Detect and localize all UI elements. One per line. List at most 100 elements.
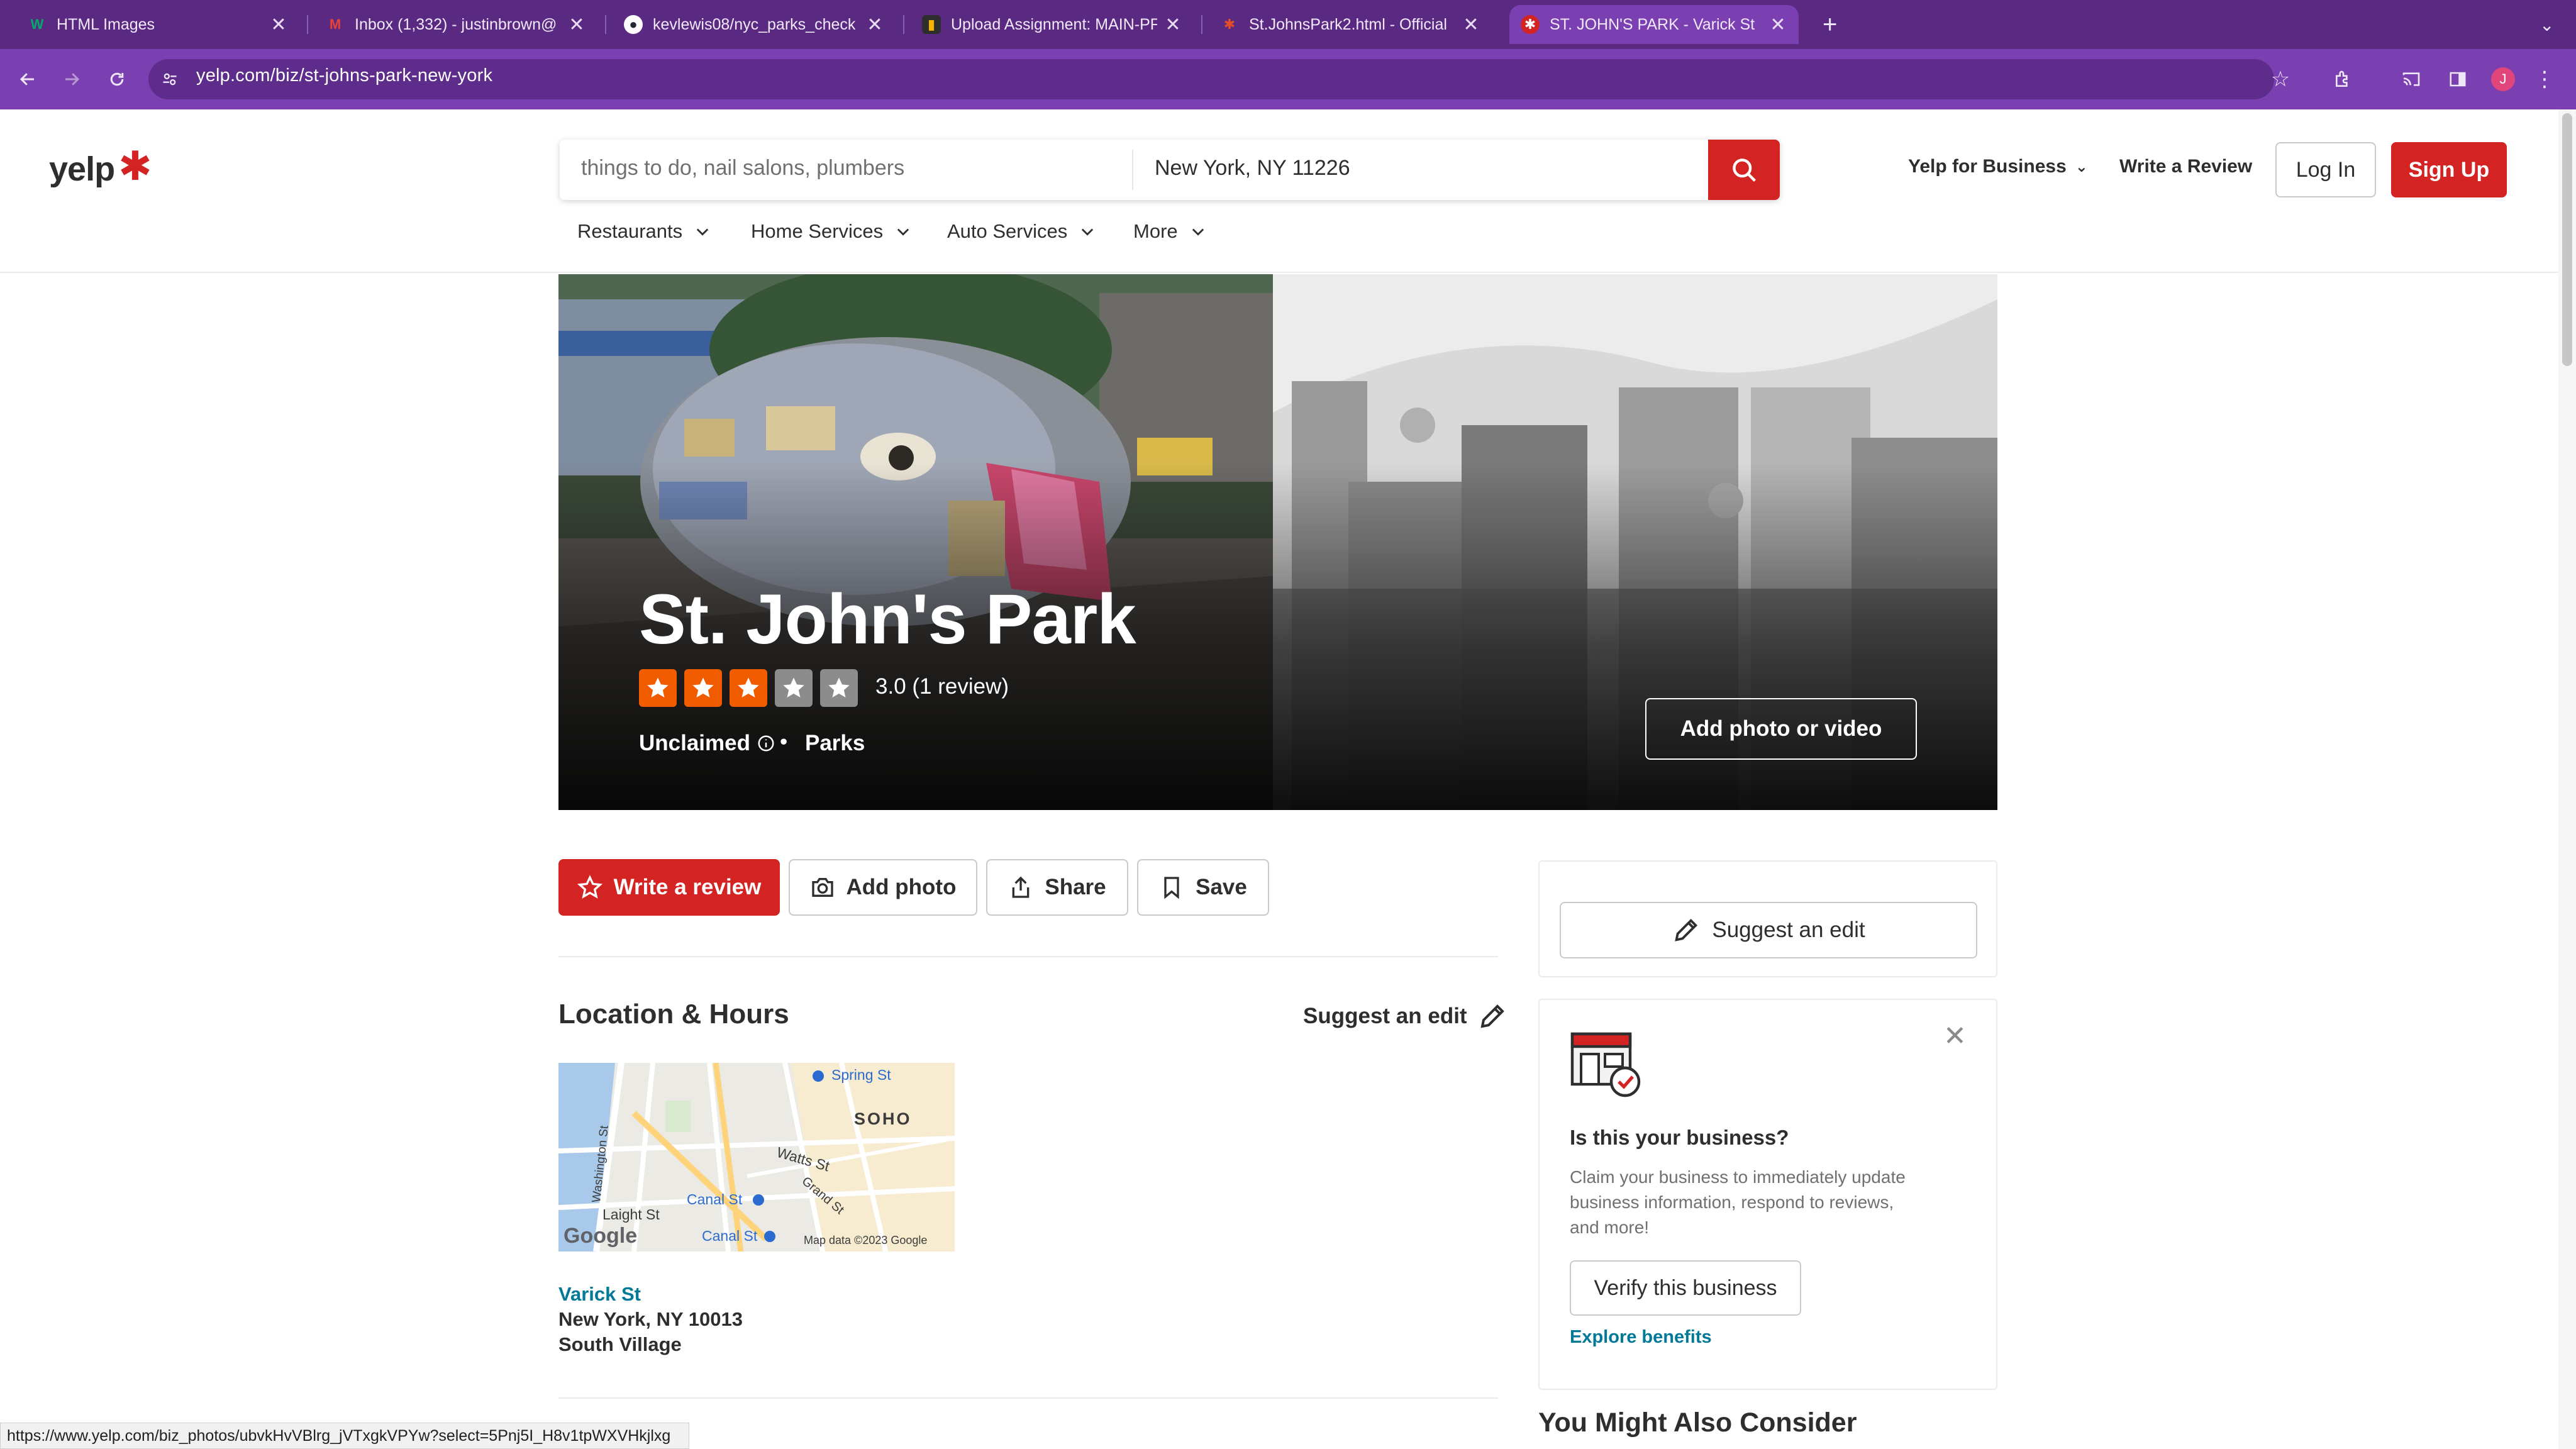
sidebar-suggest-edit-button[interactable]: Suggest an edit <box>1560 902 1977 958</box>
tab-title: St.JohnsPark2.html - Official <box>1249 15 1447 33</box>
browser-tab-2[interactable]: M Inbox (1,332) - justinbrown@ ✕ <box>314 5 597 44</box>
chevron-down-icon <box>897 228 909 236</box>
star-outline-icon <box>577 875 602 899</box>
map-label-canal-st: Canal St <box>687 1191 743 1208</box>
close-tab-icon[interactable]: ✕ <box>865 14 884 36</box>
chevron-down-icon <box>1192 228 1204 236</box>
nav-home-services[interactable]: Home Services <box>751 220 912 243</box>
url-text[interactable]: yelp.com/biz/st-johns-park-new-york <box>196 65 492 86</box>
browser-tab-4[interactable]: ▮ Upload Assignment: MAIN-PF ✕ <box>911 5 1194 44</box>
google-logo: Google <box>564 1224 638 1248</box>
bookmark-star-icon[interactable]: ☆ <box>2264 63 2297 96</box>
signup-button[interactable]: Sign Up <box>2391 142 2507 197</box>
address-neighborhood: South Village <box>558 1333 682 1355</box>
tab-title: HTML Images <box>57 15 155 33</box>
suggest-edit-link[interactable]: Suggest an edit <box>1303 1001 1507 1031</box>
login-button[interactable]: Log In <box>2275 142 2376 197</box>
map-label-soho: SOHO <box>854 1109 912 1128</box>
map-label-canal-st: Canal St <box>702 1228 758 1244</box>
explore-benefits-link[interactable]: Explore benefits <box>1570 1327 1712 1348</box>
browser-tab-3[interactable]: ● kevlewis08/nyc_parks_check ✕ <box>613 5 896 44</box>
browser-tab-5[interactable]: ✱ St.JohnsPark2.html - Official ✕ <box>1209 5 1492 44</box>
star-empty-icon <box>775 669 813 707</box>
write-review-button[interactable]: Write a review <box>558 859 780 916</box>
avatar-letter: J <box>2491 67 2515 91</box>
section-divider <box>558 1397 1498 1399</box>
status-url-tooltip: https://www.yelp.com/biz_photos/ubvkHvVB… <box>0 1423 689 1449</box>
map-attribution: Map data ©2023 Google <box>804 1234 928 1246</box>
w3schools-icon: W <box>30 16 44 32</box>
tab-separator <box>307 15 308 34</box>
pencil-icon <box>1675 918 1698 941</box>
new-tab-button[interactable]: + <box>1811 5 1849 44</box>
share-icon <box>1013 876 1030 898</box>
profile-avatar[interactable]: J <box>2487 63 2519 96</box>
side-panel-icon[interactable] <box>2441 63 2474 96</box>
close-tab-icon[interactable]: ✕ <box>1163 14 1182 36</box>
claim-status-label: Unclaimed <box>639 731 750 755</box>
yelp-for-business-label: Yelp for Business <box>1908 156 2067 177</box>
rating-summary[interactable]: 3.0 (1 review) <box>875 674 1009 699</box>
star-filled-icon <box>730 669 767 707</box>
add-photo-video-button[interactable]: Add photo or video <box>1645 698 1917 760</box>
back-icon[interactable] <box>11 63 44 96</box>
category-tag[interactable]: Parks <box>805 731 865 756</box>
write-review-link[interactable]: Write a Review <box>2119 156 2252 177</box>
tab-title: Upload Assignment: MAIN-PF <box>951 15 1157 33</box>
verify-business-button[interactable]: Verify this business <box>1570 1260 1801 1316</box>
browser-tab-1[interactable]: W HTML Images ✕ <box>16 5 299 44</box>
yelp-icon: ✱ <box>1521 15 1540 34</box>
suggest-edit-label: Suggest an edit <box>1712 918 1865 942</box>
address-street-link[interactable]: Varick St <box>558 1283 641 1306</box>
close-tab-icon[interactable]: ✕ <box>269 14 288 36</box>
search-input[interactable]: things to do, nail salons, plumbers <box>581 156 904 180</box>
location-input[interactable]: New York, NY 11226 <box>1155 156 1350 180</box>
location-hours-heading: Location & Hours <box>558 999 789 1030</box>
site-info-icon[interactable] <box>155 63 185 96</box>
location-map[interactable]: Spring St SOHO Washington St Watts St Gr… <box>558 1063 955 1252</box>
claim-description: Claim your business to immediately updat… <box>1570 1167 1906 1237</box>
map-label-spring-st: Spring St <box>831 1067 891 1083</box>
tab-title: Inbox (1,332) - justinbrown@ <box>355 15 557 33</box>
nav-more[interactable]: More <box>1133 220 1207 243</box>
nav-label: Home Services <box>751 220 884 242</box>
storefront-check-icon <box>1570 1032 1641 1097</box>
claim-status[interactable]: Unclaimed <box>639 731 775 756</box>
close-icon[interactable]: ✕ <box>1943 1020 1967 1052</box>
yelp-for-business-link[interactable]: Yelp for Business ⌄ <box>1908 156 2088 177</box>
separator-dot: • <box>780 730 788 754</box>
section-divider <box>558 956 1498 957</box>
star-filled-icon <box>684 669 722 707</box>
save-label: Save <box>1196 875 1247 899</box>
menu-kebab-icon[interactable]: ⋮ <box>2532 63 2557 96</box>
close-tab-icon[interactable]: ✕ <box>567 14 586 36</box>
you-might-also-consider-heading: You Might Also Consider <box>1538 1407 1857 1438</box>
chevron-down-icon <box>696 228 709 236</box>
share-button[interactable]: Share <box>986 859 1128 916</box>
chevron-down-icon: ⌄ <box>2075 158 2088 175</box>
close-tab-icon[interactable]: ✕ <box>1768 14 1787 36</box>
browser-tab-active[interactable]: ✱ ST. JOHN'S PARK - Varick St ✕ <box>1509 5 1799 44</box>
close-tab-icon[interactable]: ✕ <box>1462 14 1480 36</box>
yelp-burst-icon: ✱ <box>118 143 152 189</box>
star-empty-icon <box>820 669 858 707</box>
tab-title: kevlewis08/nyc_parks_check <box>653 15 856 33</box>
search-button[interactable] <box>1708 140 1780 200</box>
business-name: St. John's Park <box>639 580 1136 658</box>
forward-icon[interactable] <box>55 63 88 96</box>
tab-search-icon[interactable]: ⌄ <box>2528 5 2566 44</box>
extensions-icon[interactable] <box>2327 63 2360 96</box>
nav-restaurants[interactable]: Restaurants <box>577 220 711 243</box>
nav-label: Restaurants <box>577 220 683 242</box>
github-icon: ● <box>624 15 643 34</box>
yelp-logo[interactable]: yelp <box>49 150 115 189</box>
reload-icon[interactable] <box>101 63 133 96</box>
add-photo-button[interactable]: Add photo <box>789 859 977 916</box>
nav-auto-services[interactable]: Auto Services <box>947 220 1096 243</box>
share-label: Share <box>1045 875 1106 899</box>
cast-icon[interactable] <box>2395 63 2428 96</box>
nav-label: Auto Services <box>947 220 1068 242</box>
save-button[interactable]: Save <box>1137 859 1269 916</box>
file-icon: ✱ <box>1223 16 1236 32</box>
scrollbar-thumb[interactable] <box>2562 113 2572 366</box>
